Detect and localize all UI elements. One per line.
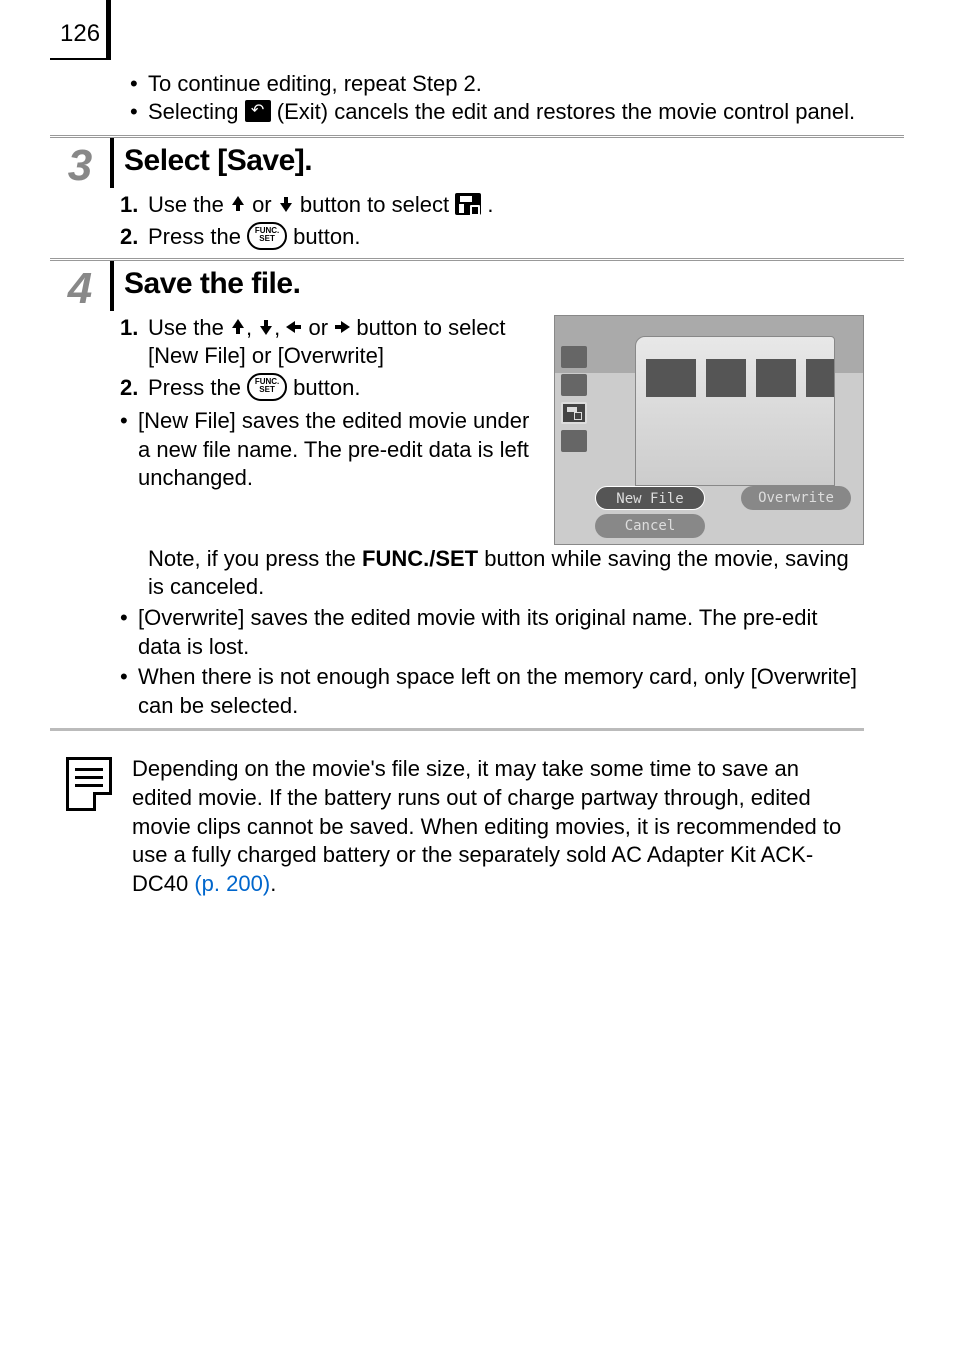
- page-header: 126: [50, 20, 904, 70]
- step-3-body: 1. Use the or button to select . 2. Pres…: [110, 191, 864, 252]
- header-vertical-rule: [106, 0, 111, 60]
- bullet-dot-icon: •: [130, 70, 148, 98]
- intro-bullet-2-text: Selecting ↶ (Exit) cancels the edit and …: [148, 98, 864, 126]
- camera-side-icons: [561, 346, 589, 452]
- note-text: Depending on the movie's file size, it m…: [132, 755, 864, 898]
- camera-side-icon: [561, 374, 587, 396]
- arrow-right-icon: [334, 319, 350, 335]
- intro-bullet-1: • To continue editing, repeat Step 2.: [130, 70, 864, 98]
- note-text-b: .: [270, 871, 276, 896]
- step-4-sub-2: 2. Press the FUNC. SET button.: [120, 374, 544, 403]
- step-4-number-cell: 4: [50, 261, 110, 311]
- t: Press the: [148, 224, 247, 249]
- step-3-sub-2: 2. Press the FUNC. SET button.: [120, 223, 864, 252]
- camera-side-icon: [561, 346, 587, 368]
- step-3-title: Select [Save].: [110, 138, 864, 188]
- t: .: [487, 192, 493, 217]
- camera-overwrite-button: Overwrite: [741, 486, 851, 510]
- camera-new-file-button: New File: [595, 486, 705, 510]
- step-4-bullet-3-text: When there is not enough space left on t…: [138, 663, 864, 720]
- step-4-bullet-1: • [New File] saves the edited movie unde…: [120, 407, 544, 493]
- step-3-sub-1: 1. Use the or button to select .: [120, 191, 864, 220]
- func-set-button-icon: FUNC. SET: [247, 222, 287, 250]
- intro-bullet-1-text: To continue editing, repeat Step 2.: [148, 70, 864, 98]
- func-bot: SET: [259, 234, 275, 243]
- step-3-sub-1-text: Use the or button to select .: [148, 191, 864, 220]
- arrow-down-icon: [258, 319, 274, 335]
- bullet-dot-icon: •: [120, 663, 138, 720]
- step-3-number-cell: 3: [50, 138, 110, 188]
- arrow-up-icon: [230, 319, 246, 335]
- arrow-left-icon: [286, 319, 302, 335]
- substep-number: 2.: [120, 223, 148, 252]
- t: Use the: [148, 192, 230, 217]
- substep-number: 2.: [120, 374, 148, 403]
- step-4-left: 1. Use the , , or button to select [New …: [110, 311, 544, 545]
- bullet-dot-icon: •: [120, 407, 138, 493]
- note-box: Depending on the movie's file size, it m…: [66, 755, 864, 898]
- t: button.: [293, 224, 360, 249]
- step-4-sub-2-text: Press the FUNC. SET button.: [148, 374, 544, 403]
- step-4: 4 Save the file.: [50, 261, 864, 311]
- intro-bullet-2-post: (Exit) cancels the edit and restores the…: [277, 99, 855, 124]
- bullet-dot-icon: •: [120, 604, 138, 661]
- step-4-number: 4: [68, 267, 92, 311]
- t: or: [302, 315, 334, 340]
- step-4-bullet-3: • When there is not enough space left on…: [120, 663, 864, 720]
- intro-bullet-2-pre: Selecting: [148, 99, 245, 124]
- camera-screenshot: New File Overwrite Cancel: [554, 315, 864, 545]
- train-illustration: [635, 336, 835, 486]
- step-3-sub-2-text: Press the FUNC. SET button.: [148, 223, 864, 252]
- note-document-icon: [66, 757, 112, 811]
- t: ,: [246, 315, 258, 340]
- step-4-body: 1. Use the , , or button to select [New …: [110, 311, 864, 721]
- camera-floppy-icon-highlighted: [561, 402, 587, 424]
- t: Use the: [148, 315, 230, 340]
- step-4-sub-1: 1. Use the , , or button to select [New …: [120, 314, 544, 371]
- page-reference-link[interactable]: (p. 200): [194, 871, 270, 896]
- bullet-dot-icon: •: [130, 98, 148, 126]
- camera-cancel-button: Cancel: [595, 514, 705, 538]
- arrow-up-icon: [230, 196, 246, 212]
- step-3: 3 Select [Save].: [50, 138, 864, 188]
- func-bot: SET: [259, 385, 275, 394]
- camera-side-icon: [561, 430, 587, 452]
- step-4-sub-1-text: Use the , , or button to select [New Fil…: [148, 314, 544, 371]
- step-4-bullet-2: • [Overwrite] saves the edited movie wit…: [120, 604, 864, 661]
- t: ,: [274, 315, 286, 340]
- t: button.: [293, 375, 360, 400]
- func-set-bold: FUNC./SET: [362, 546, 478, 571]
- t: Note, if you press the: [148, 546, 362, 571]
- header-underline: [50, 58, 106, 60]
- t: Press the: [148, 375, 247, 400]
- func-set-button-icon: FUNC. SET: [247, 373, 287, 401]
- exit-icon: ↶: [245, 100, 271, 122]
- substep-number: 1.: [120, 314, 148, 371]
- t: or: [252, 192, 278, 217]
- step-4-bullet-2-text: [Overwrite] saves the edited movie with …: [138, 604, 864, 661]
- substep-number: 1.: [120, 191, 148, 220]
- intro-bullet-list: • To continue editing, repeat Step 2. • …: [130, 70, 864, 125]
- t: button to select: [300, 192, 455, 217]
- page-number: 126: [60, 20, 100, 48]
- arrow-down-icon: [278, 196, 294, 212]
- step-4-bullet-1-text: [New File] saves the edited movie under …: [138, 407, 544, 493]
- intro-bullet-2: • Selecting ↶ (Exit) cancels the edit an…: [130, 98, 864, 126]
- section-end-rule: [50, 728, 864, 731]
- note-icon-wrap: [66, 755, 120, 898]
- step-4-bullet-1-cont: Note, if you press the FUNC./SET button …: [148, 545, 864, 602]
- step-4-title: Save the file.: [110, 261, 864, 311]
- step-3-number: 3: [68, 144, 92, 188]
- save-floppy-icon: [455, 193, 481, 215]
